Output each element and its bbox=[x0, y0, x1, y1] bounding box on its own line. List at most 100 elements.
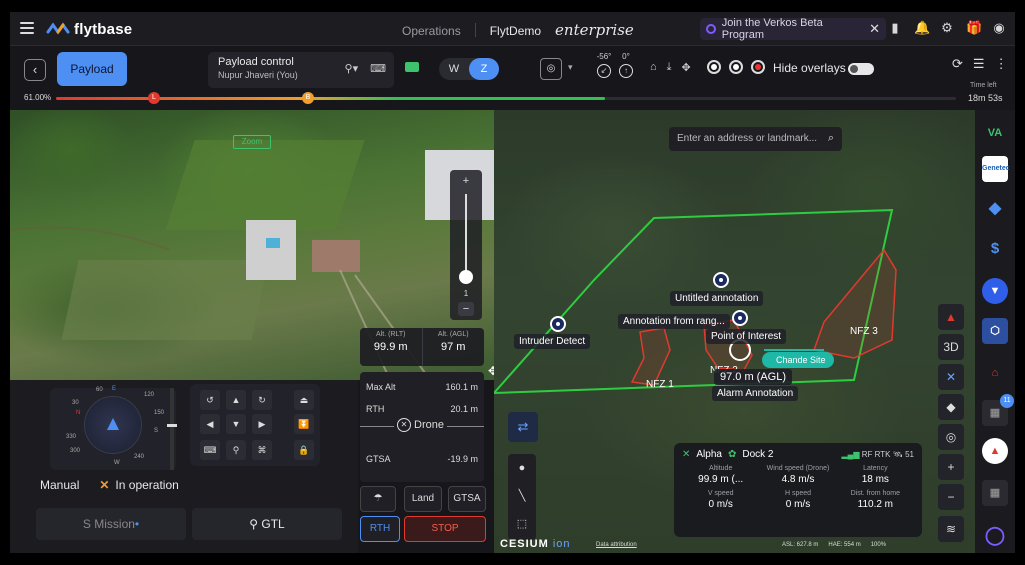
back-button[interactable]: ‹ bbox=[24, 59, 46, 81]
genetec-integration-icon[interactable]: Genetec bbox=[982, 156, 1010, 182]
annotation-untitled[interactable]: Untitled annotation bbox=[670, 291, 764, 306]
gamepad-icon[interactable]: ⌘ bbox=[252, 440, 272, 460]
view-3d-button[interactable]: 3D bbox=[938, 334, 964, 360]
pin-tool-icon[interactable]: ● bbox=[508, 454, 536, 482]
wide-zoom-toggle[interactable]: W Z bbox=[439, 58, 499, 80]
gtl-button[interactable]: ⚲ GTL bbox=[192, 508, 342, 540]
map-view[interactable]: Enter an address or landmark... ⌕ Untitl… bbox=[494, 110, 975, 553]
close-icon[interactable]: ✕ bbox=[869, 21, 880, 37]
line-tool-icon[interactable]: ╲ bbox=[508, 482, 536, 510]
annotation-poi[interactable]: Point of Interest bbox=[706, 329, 787, 344]
lock-icon[interactable]: 🔒 bbox=[294, 440, 314, 460]
zoom-in-button[interactable]: + bbox=[458, 174, 474, 188]
workspace-name[interactable]: FlytDemo bbox=[490, 24, 541, 38]
joystick-icon[interactable]: ⚲ bbox=[226, 440, 246, 460]
menu-icon[interactable] bbox=[20, 22, 34, 34]
flight-mode[interactable]: Manual bbox=[40, 478, 79, 492]
gimbal-pitch-icon[interactable]: ↙ bbox=[597, 64, 611, 78]
annotation-alarm[interactable]: Alarm Annotation bbox=[712, 386, 799, 401]
warning-pin[interactable] bbox=[732, 310, 748, 326]
sliders-icon[interactable]: ☰ bbox=[973, 56, 985, 72]
rth-alt-row: RTH 20.1 m bbox=[366, 404, 478, 414]
bell-icon[interactable]: 🔔 bbox=[914, 20, 930, 36]
gtsa-button[interactable]: GTSA bbox=[448, 486, 486, 512]
refresh-icon[interactable]: ⟳ bbox=[952, 56, 963, 72]
rth-button[interactable]: RTH bbox=[360, 516, 400, 542]
throttle-slider[interactable] bbox=[167, 388, 177, 470]
record-icon[interactable] bbox=[751, 60, 765, 74]
hide-overlays-toggle[interactable] bbox=[848, 63, 874, 75]
send-integration-icon[interactable]: ▼ bbox=[982, 278, 1008, 304]
apps-integration-icon[interactable]: ▦ bbox=[982, 480, 1008, 506]
zoom-option[interactable]: Z bbox=[469, 58, 499, 80]
map-search-input[interactable]: Enter an address or landmark... ⌕ bbox=[669, 127, 842, 151]
swap-view-icon[interactable]: ⇄ bbox=[508, 412, 538, 442]
more-icon[interactable]: ⋮ bbox=[995, 56, 1008, 72]
annotation-pin[interactable] bbox=[713, 272, 729, 288]
s-integration-icon[interactable]: $ bbox=[982, 236, 1008, 262]
annotation-from-range[interactable]: Annotation from rang... bbox=[618, 314, 730, 329]
beta-banner[interactable]: Join the Verkos Beta Program ✕ bbox=[700, 17, 886, 41]
wide-option[interactable]: W bbox=[439, 58, 469, 80]
gimbal-focus-icon[interactable]: ◎ bbox=[540, 58, 562, 80]
dock-chande-site[interactable]: Chande Site bbox=[762, 352, 834, 368]
ring-integration-icon[interactable]: ◯ bbox=[982, 522, 1008, 548]
video-camera-icon[interactable] bbox=[405, 62, 419, 72]
search-icon[interactable]: ⌕ bbox=[828, 132, 834, 145]
chevron-down-icon[interactable]: ▾ bbox=[568, 62, 573, 73]
operations-link[interactable]: Operations bbox=[402, 24, 461, 38]
asl-readout: ASL: 627.8 m bbox=[782, 542, 819, 548]
hex-integration-icon[interactable]: ⬡ bbox=[982, 318, 1008, 344]
left-icon[interactable]: ◀ bbox=[200, 414, 220, 434]
cube-icon[interactable]: ◆ bbox=[938, 394, 964, 420]
forward-icon[interactable]: ▲ bbox=[226, 390, 246, 410]
right-icon[interactable]: ▶ bbox=[252, 414, 272, 434]
alarm-integration-icon[interactable]: ⌂ bbox=[982, 360, 1008, 386]
battery-readout: 100% bbox=[870, 542, 887, 548]
photo-mode-icon[interactable] bbox=[729, 60, 743, 74]
gimbal-down-icon[interactable]: ⤓ bbox=[667, 61, 672, 74]
diamond-integration-icon[interactable]: ◆ bbox=[982, 196, 1008, 222]
rotate-left-icon[interactable]: ↺ bbox=[200, 390, 220, 410]
locate-icon[interactable]: ◎ bbox=[938, 424, 964, 450]
zoom-knob[interactable] bbox=[459, 269, 473, 284]
land-button[interactable]: Land bbox=[404, 486, 442, 512]
rotate-right-icon[interactable]: ↻ bbox=[252, 390, 272, 410]
triangle-integration-icon[interactable]: ▲ bbox=[982, 438, 1008, 464]
zoom-out-icon[interactable]: − bbox=[938, 484, 964, 510]
verkos-integration-icon[interactable]: VA bbox=[982, 120, 1008, 146]
analytics-icon[interactable]: ▮ bbox=[888, 20, 902, 36]
zoom-out-button[interactable]: − bbox=[458, 302, 474, 316]
intruder-pin[interactable] bbox=[550, 316, 566, 332]
zoom-in-icon[interactable]: + bbox=[938, 454, 964, 480]
keyboard-icon[interactable]: ⌨ bbox=[200, 440, 220, 460]
descend-icon[interactable]: ⏬ bbox=[294, 414, 314, 434]
map-footer: ASL: 627.8 m HAE: 554 m 100% bbox=[782, 542, 886, 548]
gimbal-yaw-icon[interactable]: ↑ bbox=[619, 64, 633, 78]
divider bbox=[474, 23, 476, 37]
drone-follow-icon[interactable]: ✕ bbox=[938, 364, 964, 390]
stop-button[interactable]: STOP bbox=[404, 516, 486, 542]
gift-icon[interactable]: 🎁 bbox=[966, 20, 982, 36]
control-bar: ‹ Payload Payload control Nupur Jhaveri … bbox=[10, 46, 1015, 92]
payload-control[interactable]: Payload control Nupur Jhaveri (You) ⚲▾ ⌨ bbox=[208, 52, 394, 88]
layers-icon[interactable]: ≋ bbox=[938, 516, 964, 542]
compass-north-icon[interactable]: ▲ bbox=[938, 304, 964, 330]
drone-target-icon[interactable]: ✥ bbox=[682, 61, 691, 74]
zoom-slider[interactable]: + 1 − bbox=[450, 170, 482, 320]
backward-icon[interactable]: ▼ bbox=[226, 414, 246, 434]
photo-capture-icon[interactable] bbox=[707, 60, 721, 74]
user-icon[interactable]: ◉ bbox=[992, 20, 1006, 36]
joystick-icon[interactable]: ⚲▾ bbox=[345, 62, 359, 75]
ascend-icon[interactable]: ⏏ bbox=[294, 390, 314, 410]
keyboard-icon[interactable]: ⌨ bbox=[370, 62, 386, 75]
parachute-button[interactable]: ☂ bbox=[360, 486, 396, 512]
gear-icon[interactable]: ⚙ bbox=[940, 20, 954, 36]
compass-label: 120 bbox=[144, 392, 155, 398]
gimbal-reset-icon[interactable]: ⌂ bbox=[650, 61, 657, 74]
annotation-intruder[interactable]: Intruder Detect bbox=[514, 334, 591, 349]
payload-button[interactable]: Payload bbox=[57, 52, 127, 86]
crop-tool-icon[interactable]: ⬚ bbox=[508, 510, 536, 538]
mission-button[interactable]: S Mission• bbox=[36, 508, 186, 540]
data-attribution-link[interactable]: Data attribution bbox=[596, 542, 637, 548]
